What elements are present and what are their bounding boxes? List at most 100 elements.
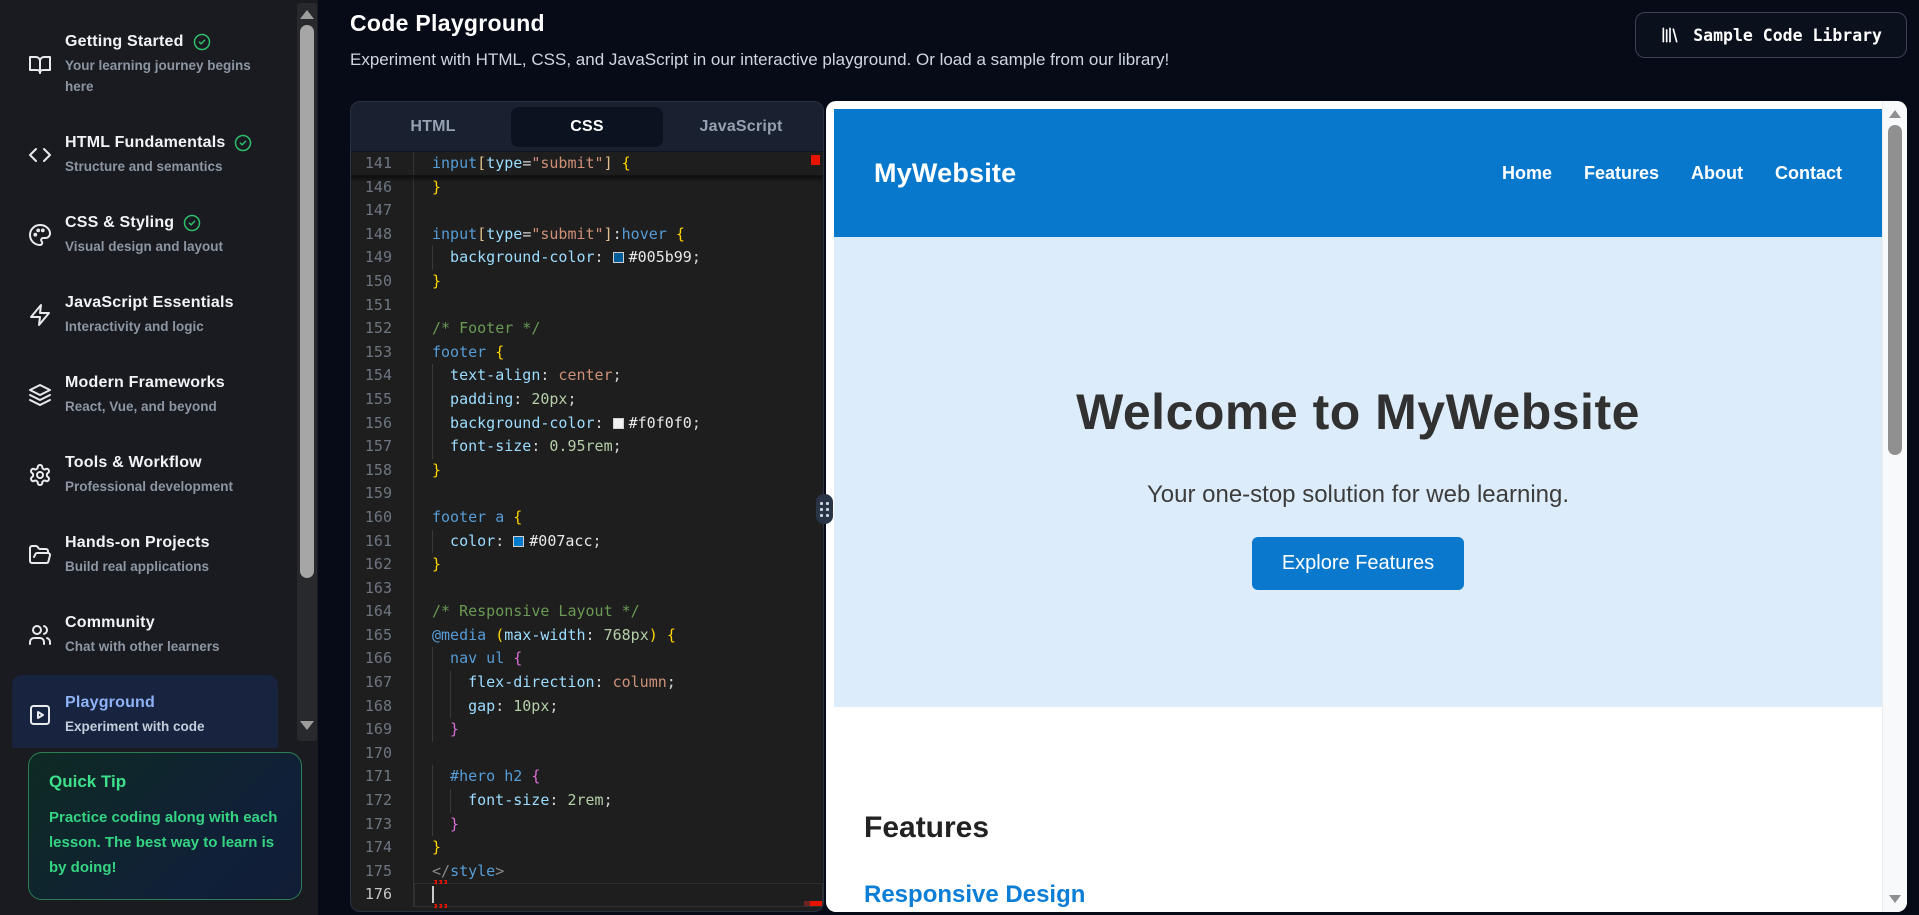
- explore-features-button[interactable]: Explore Features: [1252, 537, 1464, 590]
- code-line[interactable]: 149 background-color: #005b99;: [351, 246, 823, 270]
- code-line[interactable]: 154 text-align: center;: [351, 364, 823, 388]
- preview-nav-link-contact[interactable]: Contact: [1775, 163, 1842, 184]
- main-content: Code Playground Experiment with HTML, CS…: [318, 0, 1919, 915]
- sidebar-item-title: Playground: [65, 693, 155, 713]
- sticky-code-line[interactable]: 141input[type="submit"] {: [351, 152, 823, 176]
- code-line[interactable]: 171 #hero h2 {: [351, 765, 823, 789]
- sidebar-item-subtitle: Professional development: [65, 476, 233, 497]
- code-line-content: /* Footer */: [413, 317, 823, 341]
- live-preview-panel: MyWebsite HomeFeaturesAboutContact Welco…: [826, 101, 1907, 912]
- preview-scrollbar-thumb[interactable]: [1888, 125, 1902, 455]
- code-line[interactable]: 160footer a {: [351, 506, 823, 530]
- code-editor[interactable]: 141input[type="submit"] {146}147148input…: [351, 152, 823, 911]
- code-line[interactable]: 147: [351, 199, 823, 223]
- tab-css[interactable]: CSS: [511, 107, 663, 147]
- line-number: 175: [351, 860, 413, 884]
- scroll-up-arrow-icon[interactable]: [300, 10, 314, 19]
- code-line[interactable]: 152/* Footer */: [351, 317, 823, 341]
- sidebar-item-playground[interactable]: Playground Experiment with code: [12, 675, 278, 748]
- sidebar-item-css-styling[interactable]: CSS & StylingVisual design and layout: [12, 195, 278, 275]
- sidebar-item-hands-on-projects[interactable]: Hands-on ProjectsBuild real applications: [12, 515, 278, 595]
- preview-nav-link-about[interactable]: About: [1691, 163, 1743, 184]
- sidebar-item-tools-workflow[interactable]: Tools & Workflow Professional development: [12, 435, 278, 515]
- sidebar-scrollbar-thumb[interactable]: [300, 25, 314, 578]
- app-window: Getting StartedYour learning journey beg…: [0, 0, 1919, 915]
- preview-nav: Home Features About Contact: [1502, 163, 1842, 184]
- code-line[interactable]: 176: [351, 883, 823, 907]
- code-line-content: footer {: [413, 341, 823, 365]
- scroll-down-arrow-icon[interactable]: [300, 721, 314, 730]
- line-number: 147: [351, 199, 413, 223]
- code-line[interactable]: 163: [351, 577, 823, 601]
- code-line[interactable]: 159: [351, 482, 823, 506]
- code-line[interactable]: 172 font-size: 2rem;: [351, 789, 823, 813]
- code-line-content: color: #007acc;: [413, 530, 823, 554]
- code-line[interactable]: 168 gap: 10px;: [351, 695, 823, 719]
- sample-code-library-button[interactable]: Sample Code Library: [1635, 12, 1907, 58]
- sidebar-item-getting-started[interactable]: Getting StartedYour learning journey beg…: [12, 14, 278, 115]
- code-line-content: text-align: center;: [413, 364, 823, 388]
- sidebar-scrollbar[interactable]: [297, 3, 317, 741]
- color-swatch: [513, 536, 524, 547]
- code-line-content: padding: 20px;: [413, 388, 823, 412]
- code-line[interactable]: 170: [351, 742, 823, 766]
- code-line[interactable]: 153footer {: [351, 341, 823, 365]
- code-line[interactable]: 166 nav ul {: [351, 647, 823, 671]
- code-line[interactable]: 174}: [351, 836, 823, 860]
- line-number: 168: [351, 695, 413, 719]
- code-line[interactable]: 158}: [351, 459, 823, 483]
- sidebar-item-subtitle: Structure and semantics: [65, 156, 252, 177]
- sidebar-item-community[interactable]: CommunityChat with other learners: [12, 595, 278, 675]
- preview-feature-link[interactable]: Responsive Design: [864, 881, 1882, 909]
- line-number: 157: [351, 435, 413, 459]
- preview-nav-link-home[interactable]: Home: [1502, 163, 1552, 184]
- code-line[interactable]: 155 padding: 20px;: [351, 388, 823, 412]
- page-title: Code Playground: [350, 10, 1169, 37]
- sidebar: Getting StartedYour learning journey beg…: [0, 0, 318, 915]
- sidebar-item-title: HTML Fundamentals: [65, 133, 225, 153]
- preview-nav-link-features[interactable]: Features: [1584, 163, 1659, 184]
- line-number: 151: [351, 294, 413, 318]
- code-line[interactable]: 151: [351, 294, 823, 318]
- tab-html[interactable]: HTML: [357, 107, 509, 147]
- preview-scrollbar[interactable]: [1882, 101, 1907, 912]
- line-number: 149: [351, 246, 413, 270]
- code-line-content: #hero h2 {: [413, 765, 823, 789]
- tab-javascript[interactable]: JavaScript: [665, 107, 817, 147]
- code-line-content: </style>: [413, 860, 823, 884]
- code-line[interactable]: 156 background-color: #f0f0f0;: [351, 412, 823, 436]
- sidebar-item-subtitle: Experiment with code: [65, 716, 205, 737]
- line-number: 176: [351, 883, 413, 907]
- code-line-content: background-color: #005b99;: [413, 246, 823, 270]
- code-line[interactable]: 165@media (max-width: 768px) {: [351, 624, 823, 648]
- check-circle-icon: [234, 134, 252, 152]
- scroll-down-arrow-icon[interactable]: [1889, 895, 1901, 903]
- code-line[interactable]: 157 font-size: 0.95rem;: [351, 435, 823, 459]
- code-line[interactable]: 162}: [351, 553, 823, 577]
- sidebar-item-javascript-essentials[interactable]: JavaScript EssentialsInteractivity and l…: [12, 275, 278, 355]
- sidebar-item-title: Tools & Workflow: [65, 453, 202, 473]
- code-line[interactable]: 169 }: [351, 718, 823, 742]
- sidebar-item-html-fundamentals[interactable]: HTML Fundamentals Structure and semantics: [12, 115, 278, 195]
- pane-resize-handle[interactable]: [816, 494, 833, 524]
- page-header: Code Playground Experiment with HTML, CS…: [350, 0, 1907, 90]
- code-line[interactable]: 175</style>: [351, 860, 823, 884]
- code-line[interactable]: 161 color: #007acc;: [351, 530, 823, 554]
- preview-hero-subtitle: Your one-stop solution for web learning.: [834, 481, 1882, 509]
- code-line-content: gap: 10px;: [413, 695, 823, 719]
- code-icon: [28, 143, 52, 167]
- code-line[interactable]: 148input[type="submit"]:hover {: [351, 223, 823, 247]
- line-number: 148: [351, 223, 413, 247]
- code-line-content: font-size: 2rem;: [413, 789, 823, 813]
- code-line[interactable]: 150}: [351, 270, 823, 294]
- preview-features-section: Features Responsive Design: [834, 707, 1882, 912]
- code-line[interactable]: 167 flex-direction: column;: [351, 671, 823, 695]
- code-line[interactable]: 146}: [351, 176, 823, 200]
- code-line-content: }: [413, 270, 823, 294]
- code-line[interactable]: 173 }: [351, 813, 823, 837]
- code-line[interactable]: 164/* Responsive Layout */: [351, 600, 823, 624]
- preview-hero-title: Welcome to MyWebsite: [834, 237, 1882, 441]
- scroll-up-arrow-icon[interactable]: [1889, 110, 1901, 118]
- line-number: 141: [351, 152, 413, 175]
- sidebar-item-modern-frameworks[interactable]: Modern FrameworksReact, Vue, and beyond: [12, 355, 278, 435]
